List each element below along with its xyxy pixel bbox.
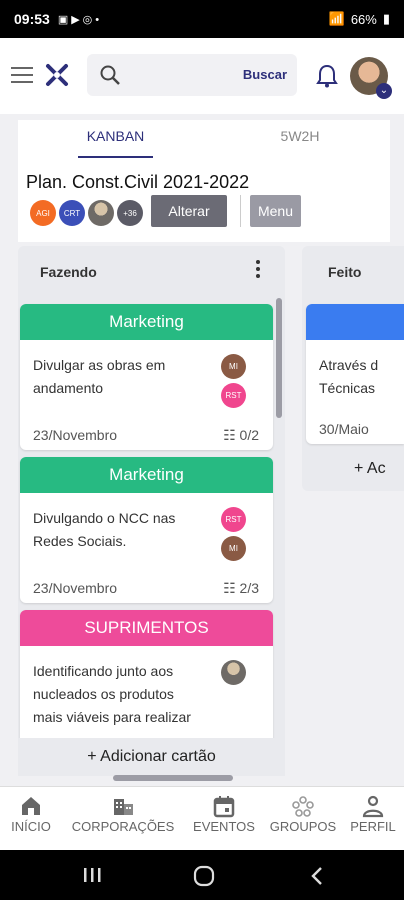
system-nav-bar	[0, 850, 404, 900]
checklist-count: 0/2	[239, 427, 259, 443]
search-button[interactable]: Buscar	[243, 67, 287, 82]
nav-eventos[interactable]: EVENTOS	[186, 793, 262, 834]
user-avatar[interactable]: ⌄	[350, 57, 392, 99]
checklist-count: 2/3	[239, 580, 259, 596]
logo-icon	[46, 64, 68, 86]
kanban-card[interactable]: Marketing Divulgando o NCC nas Redes Soc…	[20, 457, 273, 603]
nav-groupos[interactable]: GROUPOS	[264, 793, 342, 834]
building-icon	[114, 799, 133, 815]
card-text: Divulgar as obras em andamento	[33, 357, 166, 396]
status-time: 09:53	[14, 11, 50, 27]
nav-label: CORPORAÇÕES	[71, 819, 175, 834]
column-title: Feito	[328, 264, 362, 280]
more-vert-icon[interactable]	[256, 260, 262, 281]
card-text: Identificando junto aos nucleados os pro…	[33, 663, 191, 725]
card-avatars	[221, 660, 246, 689]
chevron-down-icon: ⌄	[376, 83, 392, 99]
battery-percent: 66%	[350, 11, 377, 27]
card-date: 23/Novembro	[33, 580, 118, 596]
vertical-scrollbar[interactable]	[276, 298, 282, 418]
checklist-icon: ☷	[223, 427, 240, 443]
back-icon[interactable]	[308, 865, 328, 887]
card-avatar: RST	[221, 507, 246, 532]
nav-label: INÍCIO	[11, 819, 51, 834]
divider	[240, 195, 241, 227]
home-button-icon[interactable]	[193, 865, 215, 887]
nav-label: EVENTOS	[193, 819, 255, 834]
kanban-column-fazendo: Fazendo Marketing Divulgar as obras em a…	[18, 246, 285, 776]
member-avatar[interactable]	[88, 200, 114, 226]
battery-icon: ▮	[382, 11, 390, 26]
app-bar: Buscar ⌄	[0, 38, 404, 114]
member-avatars[interactable]: AGI CRT +36	[30, 200, 143, 226]
tab-kanban[interactable]: KANBAN	[78, 128, 153, 158]
card-header: SUPRIMENTOS	[20, 610, 273, 646]
card-header: Marketing	[20, 304, 273, 340]
card-header: Marketing	[20, 457, 273, 493]
card-avatar	[221, 660, 246, 685]
add-card-button[interactable]: + Ac	[354, 460, 386, 478]
card-date: 23/Novembro	[33, 427, 118, 443]
nav-inicio[interactable]: INÍCIO	[6, 793, 56, 834]
kanban-column-feito: Feito Através d Técnicas 30/Maio + Ac	[302, 246, 404, 491]
project-title: Plan. Const.Civil 2021-2022	[26, 172, 250, 192]
recent-apps-icon[interactable]	[82, 866, 102, 884]
card-text: Através d Técnicas	[319, 357, 379, 396]
kanban-card[interactable]: SUPRIMENTOS Identificando junto aos nucl…	[20, 610, 273, 738]
search-bar[interactable]: Buscar	[87, 54, 297, 96]
nav-corporacoes[interactable]: CORPORAÇÕES	[63, 793, 183, 834]
member-avatar[interactable]: CRT	[59, 200, 85, 226]
alterar-button[interactable]: Alterar	[151, 195, 227, 227]
status-bar: 09:53 ▣▶◎• 📶 66% ▮	[0, 0, 404, 38]
card-avatar: MI	[221, 354, 246, 379]
person-icon	[362, 795, 384, 818]
tab-5w2h[interactable]: 5W2H	[265, 128, 335, 158]
card-avatar: RST	[221, 383, 246, 408]
nav-label: GROUPOS	[269, 819, 337, 834]
card-header	[306, 304, 404, 340]
kanban-card[interactable]: Marketing Divulgar as obras em andamento…	[20, 304, 273, 450]
card-date: 30/Maio	[319, 421, 369, 437]
column-title: Fazendo	[40, 264, 97, 280]
calendar-icon	[213, 796, 235, 818]
nav-label: PERFIL	[350, 819, 396, 834]
card-checklist: ☷ 0/2	[223, 427, 259, 444]
card-avatars: RST MI	[221, 507, 246, 565]
card-checklist: ☷ 2/3	[223, 580, 259, 597]
menu-icon[interactable]	[11, 67, 33, 83]
card-avatar: MI	[221, 536, 246, 561]
notification-icons: ▣▶◎•	[57, 13, 103, 26]
nav-perfil[interactable]: PERFIL	[346, 793, 400, 834]
signal-icon: 📶	[328, 11, 345, 26]
project-panel: KANBAN 5W2H Plan. Const.Civil 2021-2022 …	[18, 120, 390, 242]
add-card-button[interactable]: + Adicionar cartão	[18, 738, 285, 776]
kanban-card[interactable]: Através d Técnicas 30/Maio	[306, 304, 404, 444]
bottom-nav: INÍCIO CORPORAÇÕES EVENTOS GROUPOS PERFI…	[0, 786, 404, 850]
card-text: Divulgando o NCC nas Redes Sociais.	[33, 510, 176, 549]
search-icon	[100, 65, 120, 85]
checklist-icon: ☷	[223, 580, 240, 596]
menu-button[interactable]: Menu	[250, 195, 301, 227]
groups-icon	[292, 796, 314, 817]
bell-icon[interactable]	[316, 64, 338, 88]
home-icon	[22, 797, 40, 815]
more-members-badge[interactable]: +36	[117, 200, 143, 226]
card-avatars: MI RST	[221, 354, 246, 412]
status-right: 📶 66% ▮	[329, 11, 390, 27]
member-avatar[interactable]: AGI	[30, 200, 56, 226]
horizontal-scrollbar[interactable]	[113, 775, 233, 781]
